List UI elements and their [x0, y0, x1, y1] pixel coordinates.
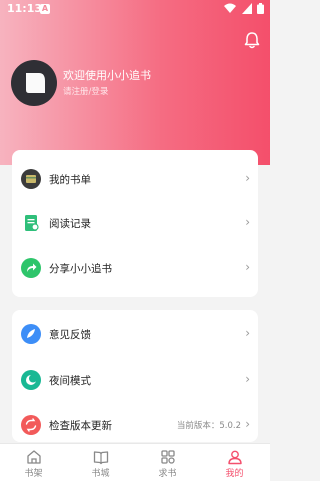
tab-label: 求书	[158, 469, 177, 479]
bookshelf-icon	[26, 450, 41, 464]
welcome-text[interactable]: 欢迎使用小小追书	[63, 67, 151, 83]
share-icon	[21, 258, 41, 278]
bottom-tab-bar: 书架 书城 求书 我的	[0, 443, 270, 481]
tab-bookstore[interactable]: 书城	[67, 444, 134, 481]
menu-card-primary: 我的书单 › 阅读记录 › 分享小小追书 ›	[12, 150, 258, 297]
tab-label: 书架	[24, 469, 43, 479]
tab-profile[interactable]: 我的	[201, 444, 268, 481]
current-version-text: 当前版本：5.0.2	[176, 421, 241, 431]
chevron-right-icon: ›	[245, 215, 250, 229]
status-bar: 11:13 A	[0, 0, 270, 18]
tab-request-book[interactable]: 求书	[134, 444, 201, 481]
system-icons	[222, 3, 264, 15]
chevron-right-icon: ›	[245, 326, 250, 340]
tab-bookshelf[interactable]: 书架	[0, 444, 67, 481]
night-mode-icon	[21, 370, 41, 390]
default-avatar-icon	[26, 73, 45, 93]
menu-item-feedback[interactable]: 意见反馈 ›	[12, 313, 258, 355]
tab-label: 我的	[225, 469, 244, 479]
chevron-right-icon: ›	[245, 260, 250, 274]
notification-app-icon: A	[40, 4, 50, 14]
chevron-right-icon: ›	[245, 417, 250, 431]
menu-item-label: 夜间模式	[49, 375, 91, 387]
avatar[interactable]	[11, 60, 57, 106]
chevron-right-icon: ›	[245, 171, 250, 185]
menu-item-night-mode[interactable]: 夜间模式 ›	[12, 359, 258, 401]
login-register-link[interactable]: 请注册/登录	[63, 85, 108, 97]
booklist-icon	[21, 169, 41, 189]
status-time: 11:13	[7, 2, 43, 15]
menu-item-label: 阅读记录	[49, 218, 91, 230]
menu-item-label: 分享小小追书	[49, 263, 112, 275]
menu-card-secondary: 意见反馈 › 夜间模式 › 检查版本更新 当前版本：5.0.2 ›	[12, 310, 258, 442]
reading-record-icon	[21, 213, 41, 233]
menu-item-share-app[interactable]: 分享小小追书 ›	[12, 247, 258, 289]
menu-item-my-booklist[interactable]: 我的书单 ›	[12, 158, 258, 200]
menu-item-label: 意见反馈	[49, 329, 91, 341]
menu-item-label: 检查版本更新	[49, 420, 112, 432]
menu-item-check-update[interactable]: 检查版本更新 当前版本：5.0.2 ›	[12, 404, 258, 446]
profile-icon	[227, 450, 242, 465]
chevron-right-icon: ›	[245, 372, 250, 386]
feedback-icon	[21, 324, 41, 344]
signal-icon	[241, 3, 252, 14]
request-book-icon	[160, 450, 175, 464]
battery-icon	[257, 3, 264, 14]
tab-label: 书城	[91, 469, 110, 479]
notification-bell-icon[interactable]	[242, 30, 262, 50]
bookstore-icon	[93, 451, 108, 465]
menu-item-label: 我的书单	[49, 174, 91, 186]
menu-item-reading-record[interactable]: 阅读记录 ›	[12, 202, 258, 244]
wifi-icon	[224, 3, 236, 13]
update-icon	[21, 415, 41, 435]
